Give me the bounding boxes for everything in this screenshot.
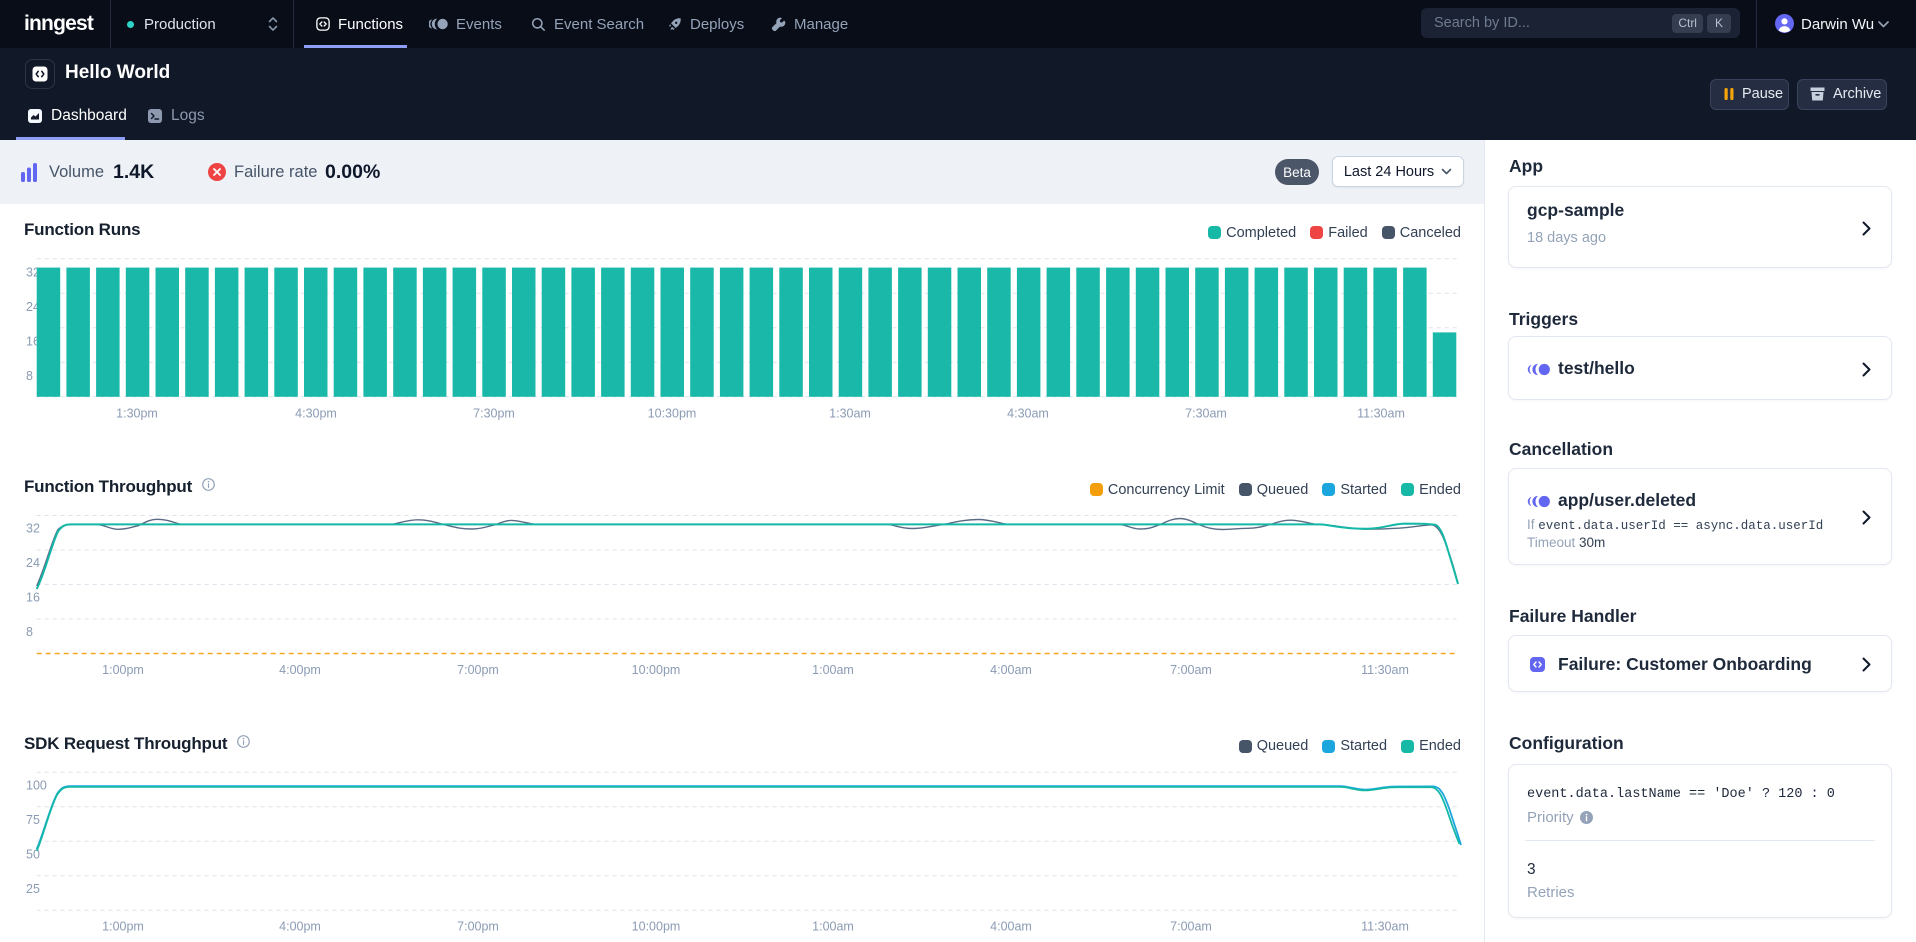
svg-text:1:00am: 1:00am (812, 920, 854, 934)
svg-text:8: 8 (26, 625, 33, 639)
svg-text:25: 25 (26, 882, 40, 896)
svg-text:4:30pm: 4:30pm (295, 407, 337, 421)
svg-text:11:30am: 11:30am (1361, 663, 1409, 677)
svg-text:4:30am: 4:30am (1007, 407, 1049, 421)
svg-text:11:30am: 11:30am (1357, 407, 1405, 421)
svg-text:100: 100 (26, 778, 47, 792)
svg-text:7:00pm: 7:00pm (457, 663, 499, 677)
svg-text:16: 16 (26, 591, 40, 605)
svg-text:32: 32 (26, 522, 40, 536)
svg-text:7:00am: 7:00am (1170, 920, 1212, 934)
svg-text:10:30pm: 10:30pm (648, 407, 697, 421)
svg-text:7:00pm: 7:00pm (457, 920, 499, 934)
svg-text:1:00pm: 1:00pm (102, 663, 144, 677)
svg-text:24: 24 (26, 556, 40, 570)
svg-text:4:00am: 4:00am (990, 920, 1032, 934)
svg-text:7:30pm: 7:30pm (473, 407, 515, 421)
svg-text:7:00am: 7:00am (1170, 663, 1212, 677)
svg-text:4:00pm: 4:00pm (279, 663, 321, 677)
svg-text:4:00pm: 4:00pm (279, 920, 321, 934)
svg-text:1:30pm: 1:30pm (116, 407, 158, 421)
svg-text:1:00pm: 1:00pm (102, 920, 144, 934)
svg-text:8: 8 (26, 369, 33, 383)
svg-text:1:00am: 1:00am (812, 663, 854, 677)
svg-text:7:30am: 7:30am (1185, 407, 1227, 421)
svg-text:4:00am: 4:00am (990, 663, 1032, 677)
svg-text:1:30am: 1:30am (829, 407, 871, 421)
svg-text:10:00pm: 10:00pm (632, 663, 681, 677)
svg-text:11:30am: 11:30am (1361, 920, 1409, 934)
svg-text:75: 75 (26, 813, 40, 827)
svg-text:10:00pm: 10:00pm (632, 920, 681, 934)
